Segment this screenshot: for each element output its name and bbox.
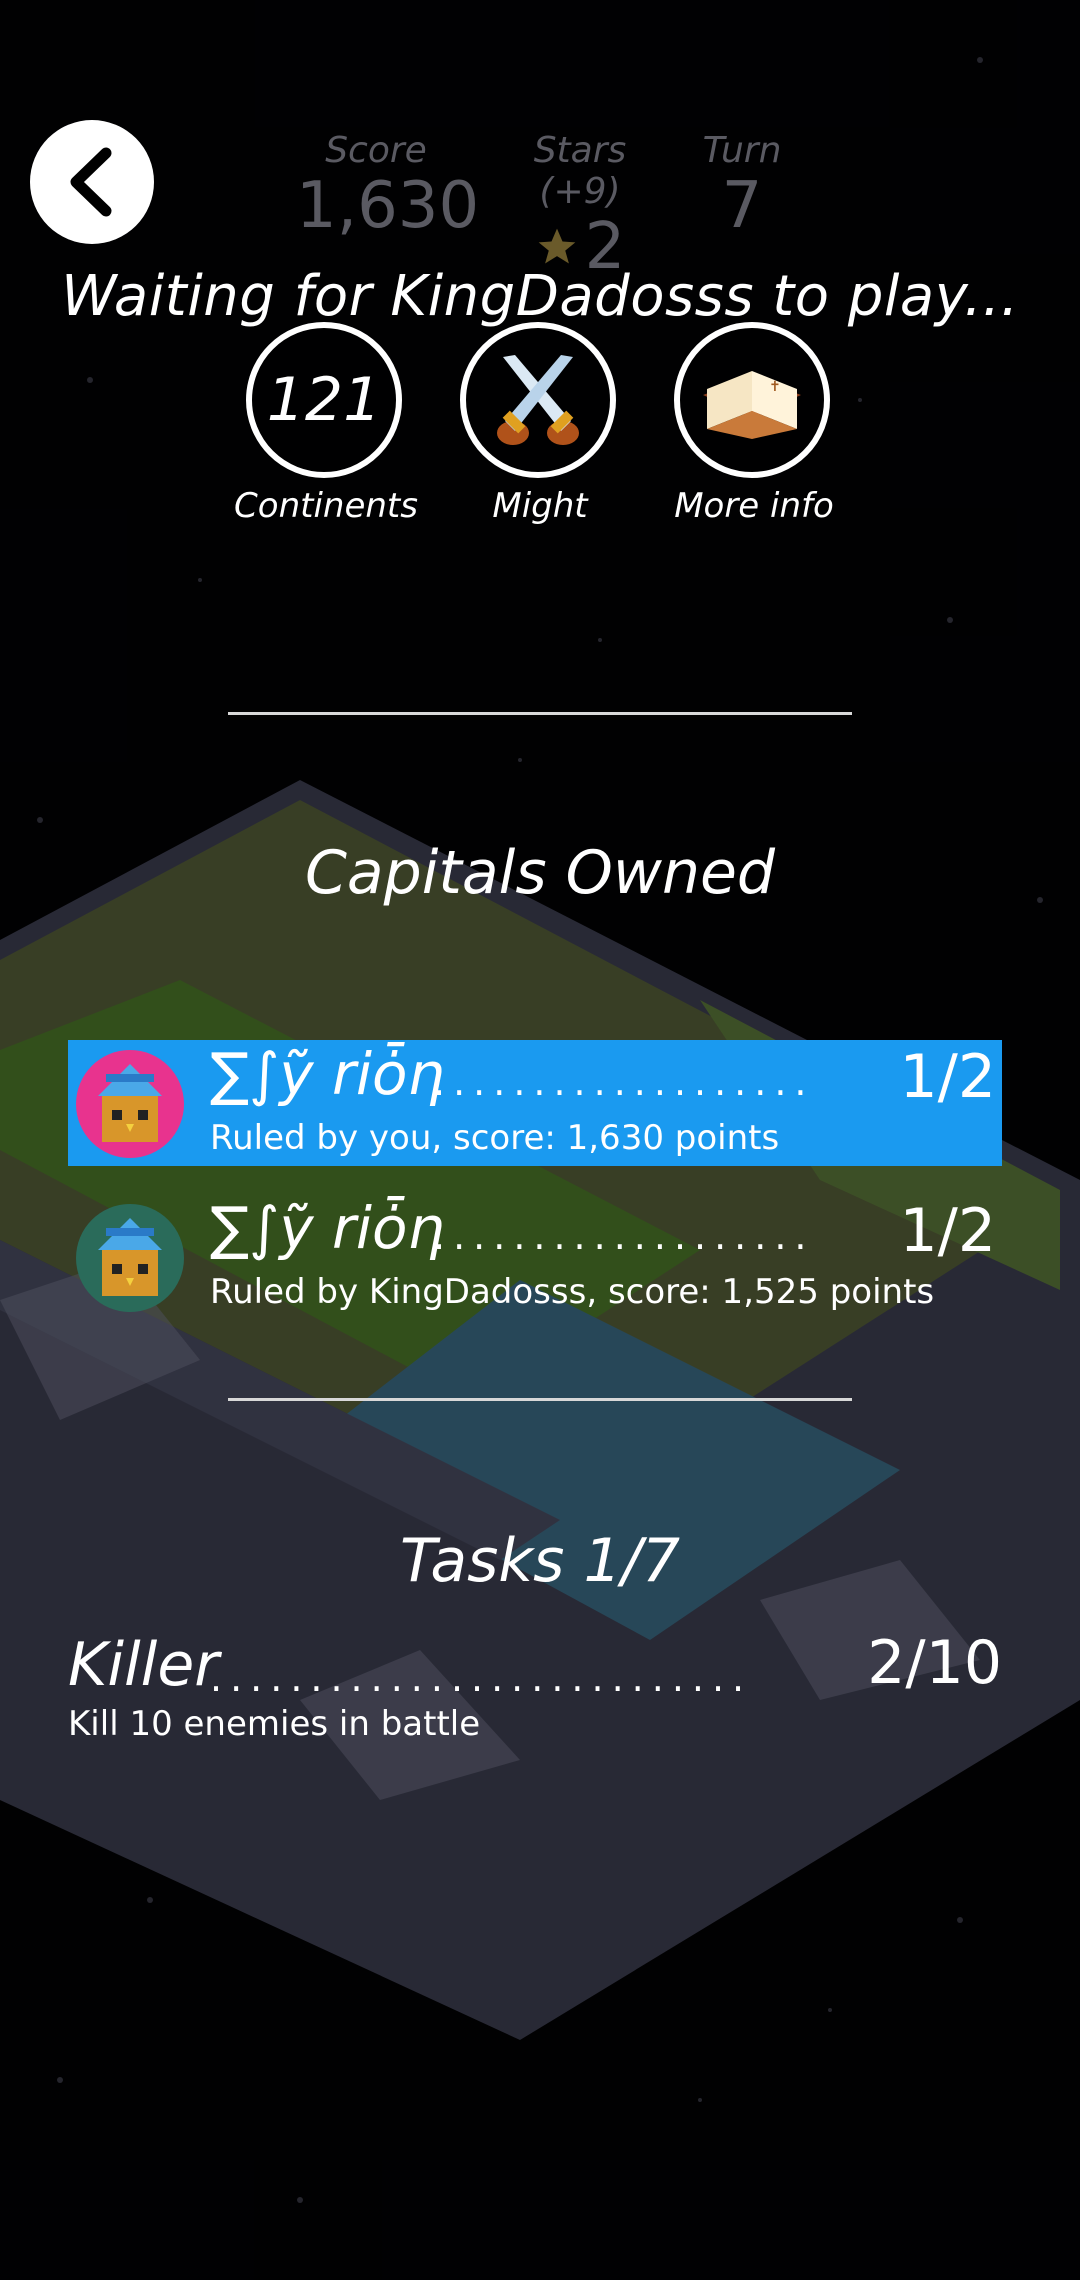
waiting-message: Waiting for KingDadosss to play...	[61, 264, 1019, 329]
divider-top	[228, 712, 852, 715]
capital-name: ∑∫ỹ riȱη	[210, 1040, 445, 1108]
more-info-button[interactable]: ✝	[674, 322, 830, 478]
capital-count: 1/2	[899, 1196, 996, 1266]
crossed-swords-icon	[497, 355, 579, 445]
turn-value: 7	[721, 169, 763, 243]
task-leader-dots: ...........................	[210, 1656, 753, 1700]
task-progress: 2/10	[867, 1628, 1002, 1698]
chevron-left-icon	[70, 147, 112, 217]
capital-name: ∑∫ỹ riȱη	[210, 1194, 445, 1262]
might-button[interactable]	[460, 322, 616, 478]
continents-label: Continents	[234, 486, 418, 526]
capital-leader-dots: ...................	[433, 1060, 815, 1104]
capital-count: 1/2	[899, 1042, 996, 1112]
continents-button[interactable]: 121	[246, 322, 402, 478]
book-icon: ✝	[703, 371, 801, 439]
tasks-title: Tasks 1/7	[399, 1526, 681, 1596]
continents-value: 121	[266, 365, 382, 435]
capitals-title: Capitals Owned	[304, 838, 776, 908]
star-icon	[538, 228, 575, 264]
capital-owner-text: Ruled by you, score: 1,630 points	[210, 1118, 780, 1158]
stars-stat: Stars (+9) 2	[490, 130, 670, 284]
capital-row-player[interactable]: ∑∫ỹ riȱη ................... 1/2 Ruled b…	[68, 1040, 1002, 1166]
back-button[interactable]	[30, 120, 154, 244]
score-label: Score	[325, 130, 427, 171]
capital-owner-text: Ruled by KingDadosss, score: 1,525 point…	[210, 1272, 935, 1312]
more-info-label: More info	[674, 486, 834, 526]
stars-label: Stars (+9)	[533, 130, 627, 212]
svg-text:✝: ✝	[769, 379, 781, 395]
might-label: Might	[492, 486, 588, 526]
turn-stat: Turn 7	[692, 130, 792, 243]
score-stat: Score 1,630	[296, 130, 480, 243]
capital-leader-dots: ...................	[433, 1214, 815, 1258]
capital-row-opponent[interactable]: ∑∫ỹ riȱη ................... 1/2 Ruled b…	[68, 1194, 1002, 1320]
task-description: Kill 10 enemies in battle	[68, 1704, 481, 1744]
opponent-avatar	[76, 1204, 184, 1312]
task-name: Killer	[68, 1630, 219, 1700]
turn-label: Turn	[702, 130, 782, 171]
player-avatar	[76, 1050, 184, 1158]
divider-middle	[228, 1398, 852, 1401]
score-value: 1,630	[296, 169, 480, 243]
